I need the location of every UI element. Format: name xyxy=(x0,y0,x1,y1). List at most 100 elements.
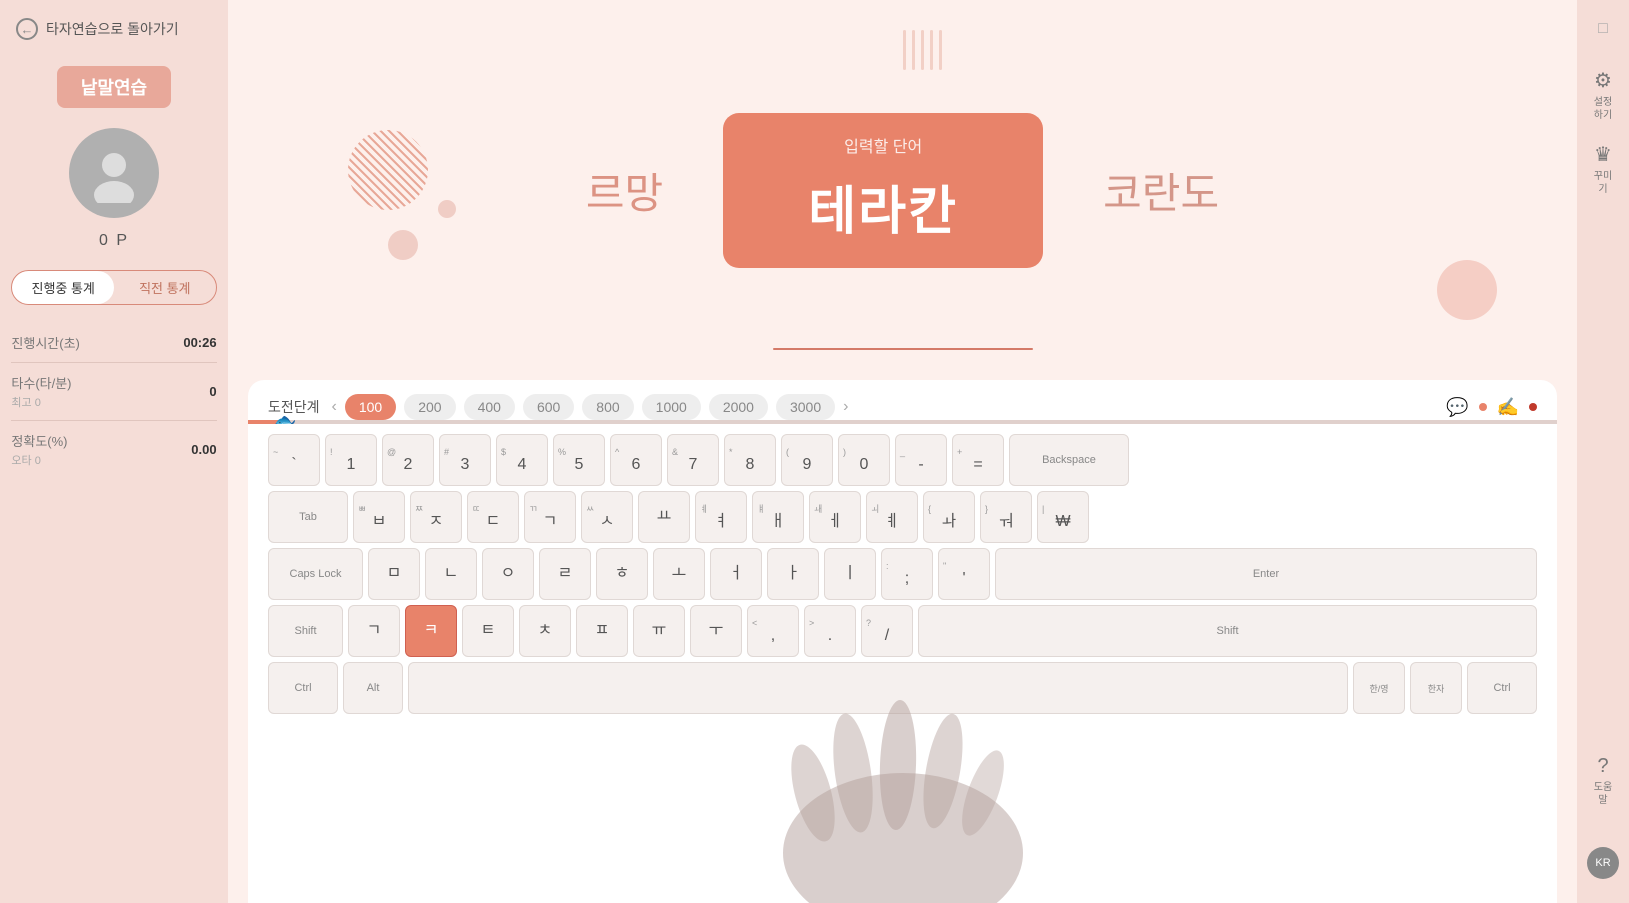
key-han[interactable]: 한/영 xyxy=(1353,662,1405,714)
key-backspace[interactable]: Backspace xyxy=(1009,434,1129,486)
key-space[interactable] xyxy=(408,662,1348,714)
level-prev-arrow[interactable]: ‹ xyxy=(332,398,337,416)
level-icons: 💬 ✍ xyxy=(1446,397,1537,418)
word-right: 코란도 xyxy=(1103,160,1219,221)
key-x[interactable]: ㅋ xyxy=(405,605,457,657)
key-comma[interactable]: < , xyxy=(747,605,799,657)
level-btn-800[interactable]: 800 xyxy=(582,394,633,420)
key-h[interactable]: ㅗ xyxy=(653,548,705,600)
key-t[interactable]: ㅆ ㅅ xyxy=(581,491,633,543)
maximize-icon[interactable]: □ xyxy=(1598,20,1608,38)
main-content: 르망 입력할 단어 테라칸 코란도 도전단계 ‹ 100 200 400 600… xyxy=(228,0,1577,903)
level-btn-1000[interactable]: 1000 xyxy=(642,394,701,420)
key-alt-left[interactable]: Alt xyxy=(343,662,403,714)
key-y[interactable]: ㅛ xyxy=(638,491,690,543)
key-1[interactable]: ! 1 xyxy=(325,434,377,486)
user-score: 0 P xyxy=(99,232,129,250)
key-g[interactable]: ㅎ xyxy=(596,548,648,600)
key-o[interactable]: ㅙ ㅔ xyxy=(809,491,861,543)
tab-prev-stats[interactable]: 직전 통계 xyxy=(114,271,216,304)
key-4[interactable]: $ 4 xyxy=(496,434,548,486)
language-badge[interactable]: KR xyxy=(1587,847,1619,879)
right-icon-settings[interactable]: ⚙ 설정하기 xyxy=(1594,68,1612,122)
key-j[interactable]: ㅓ xyxy=(710,548,762,600)
key-ctrl-right[interactable]: Ctrl xyxy=(1467,662,1537,714)
key-7[interactable]: & 7 xyxy=(667,434,719,486)
key-bracket-open[interactable]: { ㅘ xyxy=(923,491,975,543)
key-quote[interactable]: " ' xyxy=(938,548,990,600)
key-k[interactable]: ㅏ xyxy=(767,548,819,600)
key-n[interactable]: ㅠ xyxy=(633,605,685,657)
key-e[interactable]: ㄸ ㄷ xyxy=(467,491,519,543)
key-u[interactable]: ㅖ ㅕ xyxy=(695,491,747,543)
key-b[interactable]: ㅍ xyxy=(576,605,628,657)
key-equals[interactable]: + = xyxy=(952,434,1004,486)
key-d[interactable]: ㅇ xyxy=(482,548,534,600)
word-cards: 르망 입력할 단어 테라칸 코란도 xyxy=(586,113,1219,268)
stat-accuracy: 정확도(%) 오타 0 0.00 xyxy=(11,421,216,478)
key-p[interactable]: ㅚ ㅖ xyxy=(866,491,918,543)
key-q[interactable]: ㅃ ㅂ xyxy=(353,491,405,543)
level-btn-100[interactable]: 100 xyxy=(345,394,396,420)
key-a[interactable]: ㅁ xyxy=(368,548,420,600)
key-5[interactable]: % 5 xyxy=(553,434,605,486)
dot-red xyxy=(1529,403,1537,411)
gear-icon: ⚙ xyxy=(1594,68,1612,93)
key-r[interactable]: ㄲ ㄱ xyxy=(524,491,576,543)
level-btn-600[interactable]: 600 xyxy=(523,394,574,420)
key-6[interactable]: ^ 6 xyxy=(610,434,662,486)
palette-icon: ♛ xyxy=(1594,142,1612,167)
level-btn-400[interactable]: 400 xyxy=(464,394,515,420)
key-8[interactable]: * 8 xyxy=(724,434,776,486)
key-c[interactable]: ㅌ xyxy=(462,605,514,657)
stats-section: 진행시간(초) 00:26 타수(타/분) 최고 0 0 정확도(%) 오타 0… xyxy=(11,323,216,478)
key-row-numbers: ~ ` ! 1 @ 2 # 3 $ 4 xyxy=(268,434,1537,486)
key-enter[interactable]: Enter xyxy=(995,548,1537,600)
right-icon-customize[interactable]: ♛ 꾸미기 xyxy=(1594,142,1612,196)
stat-speed-value: 0 xyxy=(209,384,216,399)
key-capslock[interactable]: Caps Lock xyxy=(268,548,363,600)
key-semicolon[interactable]: : ; xyxy=(881,548,933,600)
key-i[interactable]: ㅒ ㅐ xyxy=(752,491,804,543)
key-0[interactable]: ) 0 xyxy=(838,434,890,486)
level-btn-3000[interactable]: 3000 xyxy=(776,394,835,420)
key-bracket-close[interactable]: } ㅝ xyxy=(980,491,1032,543)
level-next-arrow[interactable]: › xyxy=(843,398,848,416)
key-slash[interactable]: ? / xyxy=(861,605,913,657)
right-icon-help[interactable]: ? 도움말 xyxy=(1594,755,1612,807)
key-backtick[interactable]: ~ ` xyxy=(268,434,320,486)
key-s[interactable]: ㄴ xyxy=(425,548,477,600)
chat-icon[interactable]: 💬 xyxy=(1446,397,1468,418)
key-ctrl-left[interactable]: Ctrl xyxy=(268,662,338,714)
customize-label: 꾸미기 xyxy=(1594,170,1612,196)
tab-active-stats[interactable]: 진행중 통계 xyxy=(12,271,114,304)
key-3[interactable]: # 3 xyxy=(439,434,491,486)
key-shift-right[interactable]: Shift xyxy=(918,605,1537,657)
help-label: 도움말 xyxy=(1594,781,1612,807)
key-9[interactable]: ( 9 xyxy=(781,434,833,486)
key-hanja[interactable]: 한자 xyxy=(1410,662,1462,714)
hand-icon[interactable]: ✍ xyxy=(1497,397,1519,418)
key-z[interactable]: ㄱ xyxy=(348,605,400,657)
stat-speed-group: 타수(타/분) 최고 0 xyxy=(11,373,71,410)
key-m[interactable]: ㅜ xyxy=(690,605,742,657)
key-row-zxcv: Shift ㄱ ㅋ ㅌ ㅊ ㅍ ㅠ xyxy=(268,605,1537,657)
key-w[interactable]: ㅉ ㅈ xyxy=(410,491,462,543)
stat-accuracy-label: 정확도(%) xyxy=(11,431,67,450)
key-tab[interactable]: Tab xyxy=(268,491,348,543)
key-period[interactable]: > . xyxy=(804,605,856,657)
level-btn-2000[interactable]: 2000 xyxy=(709,394,768,420)
key-backslash[interactable]: | ₩ xyxy=(1037,491,1089,543)
hand-overlay xyxy=(733,683,1073,903)
back-button[interactable]: ← 타자연습으로 돌아가기 xyxy=(0,0,228,58)
key-2[interactable]: @ 2 xyxy=(382,434,434,486)
key-v[interactable]: ㅊ xyxy=(519,605,571,657)
input-underline[interactable] xyxy=(773,348,1033,350)
key-minus[interactable]: _ - xyxy=(895,434,947,486)
key-l[interactable]: ㅣ xyxy=(824,548,876,600)
maximize-area: □ xyxy=(1577,20,1629,38)
avatar xyxy=(69,128,159,218)
level-btn-200[interactable]: 200 xyxy=(404,394,455,420)
key-shift-left[interactable]: Shift xyxy=(268,605,343,657)
key-f[interactable]: ㄹ xyxy=(539,548,591,600)
